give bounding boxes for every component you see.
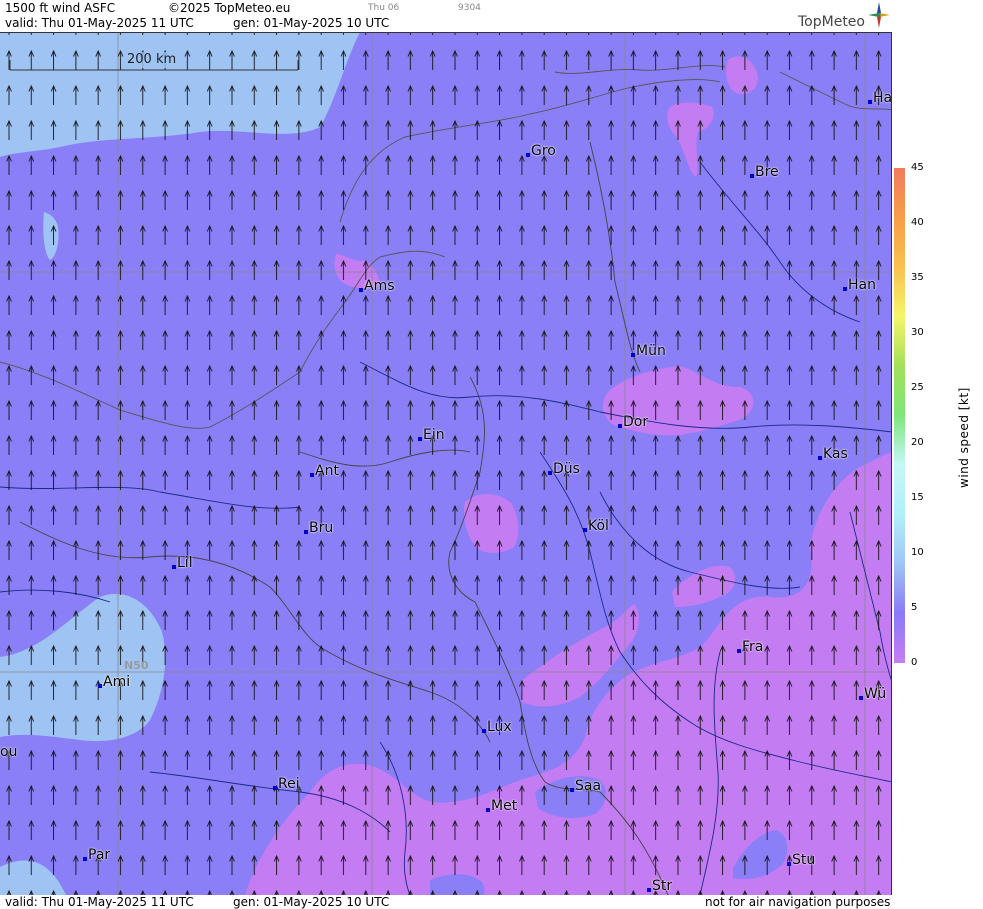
city-label: Met [486,798,517,814]
footer-bar: valid: Thu 01-May-2025 11 UTC gen: 01-Ma… [0,895,892,909]
colorbar-tick: 45 [911,162,924,173]
city-label: Düs [548,461,580,477]
city-label: Stu [787,852,815,868]
header-bar: 1500 ft wind ASFC ©2025 TopMeteo.eu Thu … [0,0,892,32]
valid-time: valid: Thu 01-May-2025 11 UTC [5,16,194,30]
city-label: Saa [570,778,601,794]
city-label: Ant [310,463,339,479]
faint-label-2: 9304 [458,3,481,13]
footer-disclaimer: not for air navigation purposes [705,895,891,909]
latitude-label: N50 [124,659,149,672]
colorbar-strip [894,168,905,663]
generated-time: gen: 01-May-2025 10 UTC [233,16,390,30]
city-label: Mün [631,343,666,359]
topmeteo-logo-text: TopMeteo [798,14,865,30]
city-label: Han [843,277,876,293]
colorbar-tick: 25 [911,382,924,393]
colorbar-tick: 5 [911,602,918,613]
colorbar-tick: 40 [911,217,924,228]
product-title: 1500 ft wind ASFC [5,1,116,15]
footer-valid-time: valid: Thu 01-May-2025 11 UTC [5,895,194,909]
city-label: Köl [583,518,609,534]
copyright: ©2025 TopMeteo.eu [168,1,291,15]
colorbar-tick: 30 [911,327,924,338]
faint-label-1: Thu 06 [368,3,400,13]
city-label: Gro [526,143,556,159]
footer-generated-time: gen: 01-May-2025 10 UTC [233,895,390,909]
colorbar-tick: 35 [911,272,924,283]
colorbar-tick: 10 [911,547,924,558]
colorbar-tick: 15 [911,492,924,503]
city-label: Bru [304,520,333,536]
city-label: ou [0,744,18,760]
city-label: Dor [618,414,648,430]
wind-speed-field [0,32,892,895]
city-label: Fra [737,639,763,655]
colorbar-tick: 20 [911,437,924,448]
city-label: Lil [172,555,193,571]
city-label: Rei [273,776,300,792]
wind-map[interactable]: 200 km N50 Gro Bre Ha Ams Han Mün Dor Ei… [0,32,892,895]
colorbar-title: wind speed [kt] [957,387,971,488]
city-label: Lux [482,719,512,735]
city-label: Ha [868,90,892,106]
scale-bar-label: 200 km [127,52,177,67]
colorbar-tick: 0 [911,657,918,668]
city-label: Ein [418,427,445,443]
city-label: Bre [750,164,779,180]
city-label: Kas [818,446,848,462]
city-label: Par [83,847,110,863]
city-label: Str [647,878,672,894]
city-label: Ams [359,278,395,294]
city-label: Ami [98,674,130,690]
wind-arrows [0,32,892,895]
city-label: Wü [859,686,886,702]
compass-logo-icon [868,2,890,28]
